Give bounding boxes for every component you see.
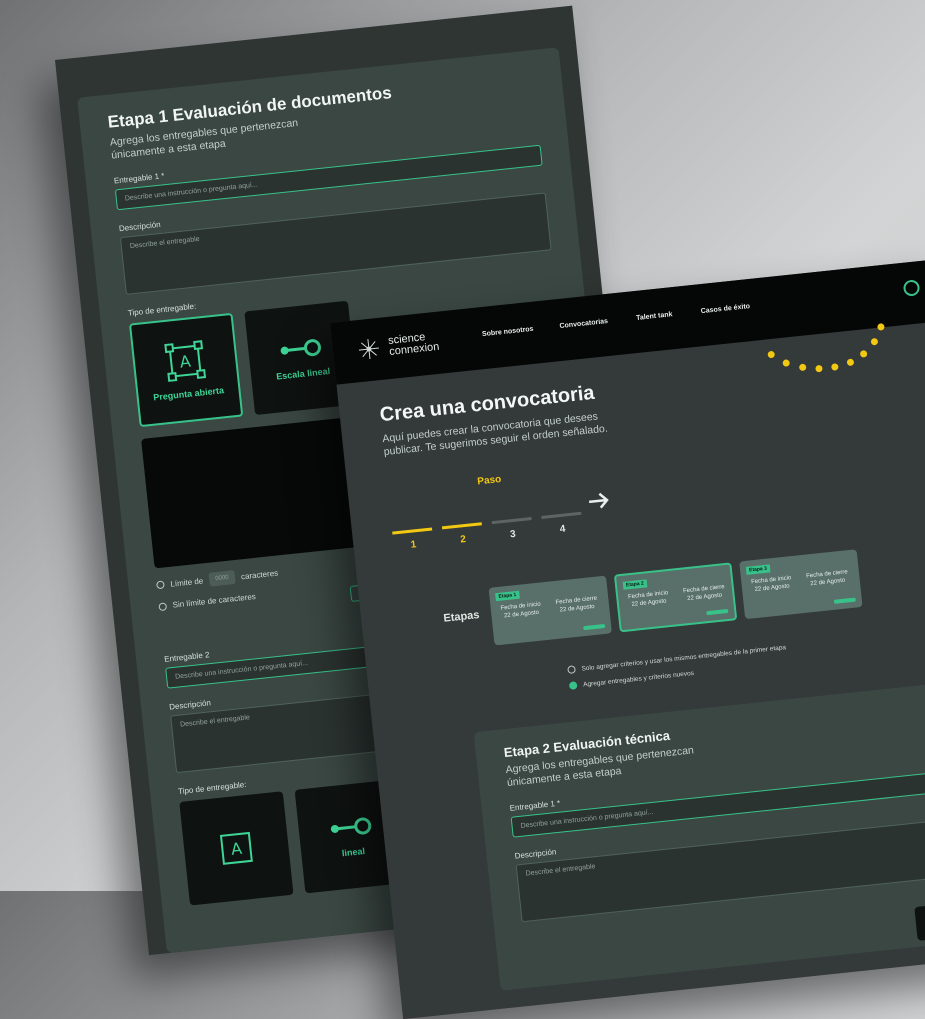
stage-chip [833,597,856,604]
stage-chip [583,623,606,631]
option-reuse-label: Solo agregar criterios y usar los mismos… [581,643,787,673]
option-reuse-radio[interactable] [567,665,576,675]
network-logo-icon [358,339,379,360]
limit-label: Límite de [169,576,204,589]
no-limit-label: Sin límite de caracteres [172,592,257,610]
tile-open-question-label: Pregunta abierta [152,385,225,403]
stage-card-3[interactable]: Etapa 3 Fecha de inicio 22 de Agosto Fech… [739,549,863,620]
limit-radio[interactable] [156,580,165,590]
slider-icon [280,339,322,357]
stage-card-2[interactable]: Etapa 2 Fecha de inicio 22 de Agosto Fech… [613,562,738,633]
arrow-right-icon[interactable] [587,491,611,511]
nav-convocatorias[interactable]: Convocatorias [559,318,608,330]
front-form-sheet: science connexion Sobre nosotros Convocat… [330,258,925,1019]
stage-2-panel: Etapa 2 Evaluación técnica Agrega los en… [473,679,925,991]
stage-card-tag: Etapa 1 [495,590,520,602]
tile-linear-scale-label: Escala lineal [275,366,331,382]
text-box-icon: A [219,832,253,866]
text-box-icon: A [164,340,207,383]
tile-linear-scale-2-label: lineal [341,846,366,859]
option-new-label: Agregar entregables y criterios nuevos [582,669,695,688]
step-1[interactable]: 1 [410,539,417,551]
stage-card-tag: Etapa 2 [622,579,648,590]
nav-casos-de-exito[interactable]: Casos de éxito [700,303,750,315]
option-new[interactable]: Agregar entregables y criterios nuevos [568,669,695,690]
stage-card-tag: Etapa 3 [745,564,771,575]
nav-sobre-nosotros[interactable]: Sobre nosotros [482,326,534,338]
stages-label: Etapas [442,609,481,625]
svg-text:A: A [179,352,192,372]
no-limit-radio[interactable] [158,602,168,611]
svg-text:A: A [230,839,243,859]
tile-open-question[interactable]: A Pregunta abierta [128,313,244,428]
limit-input[interactable]: 0000 [208,570,236,587]
step-2[interactable]: 2 [460,534,467,546]
nav-talent-tank[interactable]: Talent tank [636,311,673,322]
tile-open-question-2[interactable]: A [179,791,294,906]
tile-number[interactable]: 123 [914,900,925,941]
slider-icon [330,817,372,835]
user-icon[interactable] [902,279,921,297]
stage-chip [706,608,729,616]
limit-suffix: caracteres [240,568,279,582]
option-new-radio[interactable] [568,681,578,690]
step-3[interactable]: 3 [510,529,517,541]
logo[interactable]: science connexion [356,330,440,362]
option-reuse[interactable]: Solo agregar criterios y usar los mismos… [567,643,787,675]
step-4[interactable]: 4 [559,524,566,536]
logo-line-2: connexion [388,340,440,358]
step-label: Paso [476,473,502,488]
stage-card-1[interactable]: Etapa 1 Fecha de inicio 22 de Agosto Fech… [488,575,612,646]
